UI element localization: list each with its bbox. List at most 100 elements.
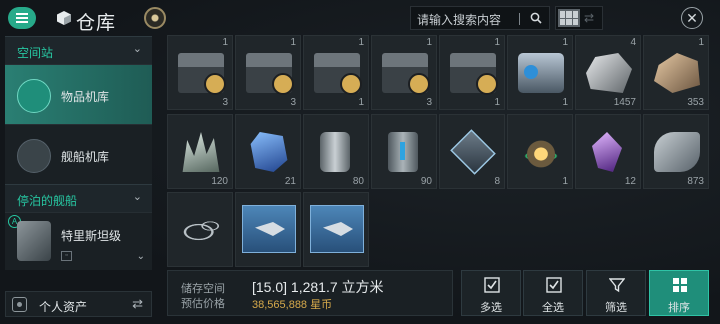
item-quantity: 8 xyxy=(494,176,500,187)
canister-icon xyxy=(388,132,418,172)
chevron-down-icon[interactable]: ⌄ xyxy=(137,251,145,262)
item-top-count: 1 xyxy=(222,37,228,48)
item-quantity: 90 xyxy=(420,176,432,187)
inventory-item[interactable]: 1 xyxy=(507,114,573,189)
filter-button[interactable]: 筛选 xyxy=(586,270,646,316)
inventory-item[interactable]: 8 xyxy=(439,114,505,189)
blueprint-icon xyxy=(310,205,364,253)
storage-summary: 储存空间 预估价格 [15.0] 1,281.7 立方米 38,565,888 … xyxy=(167,270,453,316)
inventory-item[interactable]: 4 1457 xyxy=(575,35,641,110)
cable-icon xyxy=(178,210,224,250)
view-toggle[interactable]: ⇄ xyxy=(555,6,603,30)
header: 仓库 请输入搜索内容 ⇄ ✕ xyxy=(0,0,720,36)
list-swap-icon[interactable]: ⇄ xyxy=(584,11,594,25)
search-box[interactable]: 请输入搜索内容 xyxy=(410,6,550,30)
crate-icon xyxy=(382,53,430,95)
purple-crystal-icon xyxy=(592,132,622,172)
hamburger-icon xyxy=(16,17,28,19)
item-hangar-icon xyxy=(17,79,51,113)
menu-button[interactable] xyxy=(8,7,36,29)
sidebar-item-ship[interactable]: A 特里斯坦级 ▫ ⌄ xyxy=(5,212,152,270)
item-quantity: 1 xyxy=(562,97,568,108)
relic-icon xyxy=(518,132,564,172)
inventory-item[interactable]: 13 xyxy=(167,35,233,110)
inventory-item[interactable]: 11 xyxy=(507,35,573,110)
inventory-item[interactable]: 1 353 xyxy=(643,35,709,110)
item-top-count: 1 xyxy=(562,37,568,48)
crate-icon xyxy=(246,53,294,95)
select-all-button[interactable]: 全选 xyxy=(523,270,583,316)
crate-icon xyxy=(450,53,498,95)
crate-icon xyxy=(178,53,226,95)
filter-icon xyxy=(609,278,625,293)
close-button[interactable]: ✕ xyxy=(681,7,703,29)
inventory-item[interactable]: 873 xyxy=(643,114,709,189)
section-station[interactable]: 空间站 ⌄ xyxy=(5,36,152,64)
canister-icon xyxy=(320,132,350,172)
inventory-item[interactable]: 13 xyxy=(235,35,301,110)
item-quantity: 12 xyxy=(624,176,636,187)
sidebar-item-item-hangar[interactable]: 物品机库 xyxy=(5,64,152,124)
item-quantity: 1 xyxy=(562,176,568,187)
inventory-item[interactable] xyxy=(167,192,233,267)
ore-icon xyxy=(654,53,700,93)
cargo-pod-icon xyxy=(518,53,564,93)
cube-icon xyxy=(57,11,71,25)
chevron-down-icon: ⌄ xyxy=(132,191,142,203)
price-value: 38,565,888 星币 xyxy=(252,299,333,311)
inventory-item[interactable]: 11 xyxy=(439,35,505,110)
item-quantity: 80 xyxy=(352,176,364,187)
sort-button[interactable]: 排序 xyxy=(649,270,709,316)
inventory-item[interactable] xyxy=(235,192,301,267)
checkbox-icon xyxy=(484,277,500,293)
item-quantity: 21 xyxy=(284,176,296,187)
item-quantity: 353 xyxy=(687,97,704,108)
inventory-item[interactable]: 90 xyxy=(371,114,437,189)
item-quantity: 1 xyxy=(358,97,364,108)
assets-icon xyxy=(12,297,27,312)
sidebar: 空间站 ⌄ 物品机库 舰船机库 停泊的舰船 ⌄ A 特里斯坦级 ▫ ⌄ xyxy=(5,36,152,288)
inventory-item[interactable]: 21 xyxy=(235,114,301,189)
ore-icon xyxy=(586,53,632,93)
item-top-count: 1 xyxy=(358,37,364,48)
ship-thumbnail xyxy=(17,221,51,261)
inventory-item[interactable]: 120 xyxy=(167,114,233,189)
swap-icon[interactable]: ⇄ xyxy=(132,296,143,312)
currency-orb-icon[interactable] xyxy=(144,7,166,29)
grid-view-icon[interactable] xyxy=(558,9,580,27)
storage-value: [15.0] 1,281.7 立方米 xyxy=(252,279,384,295)
item-top-count: 4 xyxy=(630,37,636,48)
personal-assets-button[interactable]: 个人资产 ⇄ xyxy=(5,291,152,317)
crystal-icon xyxy=(182,132,220,172)
item-quantity: 120 xyxy=(211,176,228,187)
item-top-count: 1 xyxy=(698,37,704,48)
chevron-down-icon: ⌄ xyxy=(132,43,142,55)
ship-hangar-icon xyxy=(17,139,51,173)
item-top-count: 1 xyxy=(426,37,432,48)
inventory-item[interactable] xyxy=(303,192,369,267)
sort-grid-icon xyxy=(673,278,687,292)
inventory-item[interactable]: 12 xyxy=(575,114,641,189)
blue-gem-icon xyxy=(250,132,288,172)
multi-select-button[interactable]: 多选 xyxy=(461,270,521,316)
search-divider xyxy=(519,13,520,25)
item-quantity: 1457 xyxy=(613,97,636,108)
page-title: 仓库 xyxy=(76,13,117,34)
search-icon[interactable] xyxy=(530,12,542,24)
item-quantity: 3 xyxy=(290,97,296,108)
inventory-item[interactable]: 80 xyxy=(303,114,369,189)
item-quantity: 873 xyxy=(687,176,704,187)
select-all-icon xyxy=(546,277,562,293)
inventory-window: 仓库 请输入搜索内容 ⇄ ✕ 空间站 ⌄ 物品机库 舰船机库 停泊的舰船 ⌄ A 特… xyxy=(0,0,720,324)
inventory-item[interactable]: 11 xyxy=(303,35,369,110)
section-docked-ships[interactable]: 停泊的舰船 ⌄ xyxy=(5,184,152,212)
item-top-count: 1 xyxy=(290,37,296,48)
blueprint-icon xyxy=(242,205,296,253)
crate-icon xyxy=(314,53,362,95)
item-quantity: 1 xyxy=(494,97,500,108)
item-quantity: 3 xyxy=(426,97,432,108)
inventory-item[interactable]: 13 xyxy=(371,35,437,110)
sidebar-item-ship-hangar[interactable]: 舰船机库 xyxy=(5,124,152,184)
cargo-icon: ▫ xyxy=(61,251,72,261)
search-input[interactable]: 请输入搜索内容 xyxy=(417,11,501,28)
